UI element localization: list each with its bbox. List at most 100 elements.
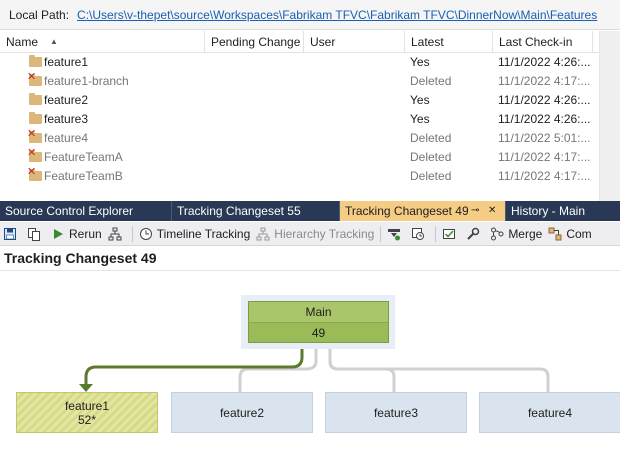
save-button[interactable] xyxy=(0,223,24,245)
settings-button[interactable] xyxy=(463,223,487,245)
arrowhead-icon xyxy=(79,384,93,392)
row-name: feature1 xyxy=(44,55,89,69)
row-pending xyxy=(205,167,304,186)
table-row[interactable]: feature3 Yes 11/1/2022 4:26:... xyxy=(0,110,620,129)
column-header-latest[interactable]: Latest xyxy=(405,31,493,53)
column-header-user-label: User xyxy=(310,35,336,49)
filter-button[interactable] xyxy=(384,223,408,245)
rerun-label: Rerun xyxy=(69,226,102,241)
main-branch-node[interactable]: Main 49 xyxy=(248,301,389,343)
branch-node-feature1[interactable]: feature1 52* xyxy=(16,392,158,433)
hierarchy-tracking-label: Hierarchy Tracking xyxy=(274,226,375,241)
pin-icon[interactable]: ⊸ xyxy=(471,201,479,221)
work-items-button[interactable] xyxy=(439,223,463,245)
row-latest: Deleted xyxy=(410,74,452,88)
table-row[interactable]: ✕ FeatureTeamB Deleted 11/1/2022 4:17:... xyxy=(0,167,620,186)
row-pending xyxy=(205,129,304,148)
deleted-icon: ✕ xyxy=(27,72,37,83)
branch-node-changeset: 52* xyxy=(77,412,97,427)
merge-button[interactable]: Merge xyxy=(487,223,545,245)
copy-icon xyxy=(28,227,40,241)
tab-tracking-changeset-49[interactable]: Tracking Changeset 49 ⊸ ✕ xyxy=(340,201,506,221)
merge-label: Merge xyxy=(508,226,543,241)
row-name: feature1-branch xyxy=(44,74,129,88)
changeset-details-button[interactable] xyxy=(408,223,432,245)
table-row[interactable]: feature1 Yes 11/1/2022 4:26:... xyxy=(0,53,620,72)
vertical-scrollbar[interactable] xyxy=(599,31,620,201)
hierarchy-view-button[interactable] xyxy=(105,223,129,245)
page-title: Tracking Changeset 49 xyxy=(4,250,157,266)
row-user xyxy=(304,167,405,186)
column-header-user[interactable]: User xyxy=(304,31,405,53)
source-control-explorer-list: Name ▲ Pending Change User Latest Last C… xyxy=(0,31,620,201)
row-name: feature3 xyxy=(44,112,89,126)
tab-label: Tracking Changeset 49 xyxy=(345,204,469,218)
column-header-last-check-in[interactable]: Last Check-in xyxy=(493,31,593,53)
local-path-link[interactable]: C:\Users\v-thepet\source\Workspaces\Fabr… xyxy=(77,8,597,22)
row-name: FeatureTeamA xyxy=(44,150,123,164)
row-user xyxy=(304,53,405,72)
column-header-name-label: Name xyxy=(6,35,39,49)
column-header-name[interactable]: Name ▲ xyxy=(0,31,205,53)
timeline-tracking-label: Timeline Tracking xyxy=(156,226,251,241)
row-user xyxy=(304,148,405,167)
row-last-check-in: 11/1/2022 4:17:... xyxy=(498,150,591,164)
column-header-latest-label: Latest xyxy=(411,35,444,49)
tab-label: Tracking Changeset 55 xyxy=(177,204,301,218)
table-row[interactable]: ✕ FeatureTeamA Deleted 11/1/2022 4:17:... xyxy=(0,148,620,167)
tab-tracking-changeset-55[interactable]: Tracking Changeset 55 xyxy=(172,201,340,221)
folder-icon xyxy=(29,93,42,105)
row-latest: Deleted xyxy=(410,150,452,164)
compare-button[interactable]: Com xyxy=(545,223,594,245)
copy-button[interactable] xyxy=(24,223,48,245)
column-header-pending-change-label: Pending Change xyxy=(211,35,301,49)
row-last-check-in: 11/1/2022 4:26:... xyxy=(498,55,591,69)
row-last-check-in: 11/1/2022 4:26:... xyxy=(498,93,591,107)
wrench-icon xyxy=(467,227,480,240)
deleted-icon: ✕ xyxy=(27,148,37,159)
tab-history-main[interactable]: History - Main xyxy=(506,201,620,221)
table-row[interactable]: feature2 Yes 11/1/2022 4:26:... xyxy=(0,91,620,110)
folder-icon xyxy=(29,112,42,124)
table-row[interactable]: ✕ feature4 Deleted 11/1/2022 5:01:... xyxy=(0,129,620,148)
row-pending xyxy=(205,148,304,167)
branch-node-name: feature3 xyxy=(373,405,419,420)
list-header: Name ▲ Pending Change User Latest Last C… xyxy=(0,31,620,53)
compare-icon xyxy=(548,227,562,240)
play-icon xyxy=(54,228,63,239)
row-latest: Yes xyxy=(410,93,430,107)
row-pending xyxy=(205,72,304,91)
hierarchy-tracking-button[interactable]: Hierarchy Tracking xyxy=(253,223,377,245)
toolbar-separator xyxy=(380,225,382,242)
main-branch-name: Main xyxy=(249,302,388,323)
rerun-button[interactable]: Rerun xyxy=(48,223,105,245)
row-pending xyxy=(205,53,304,72)
document-tab-strip: Source Control Explorer Tracking Changes… xyxy=(0,201,620,221)
close-icon[interactable]: ✕ xyxy=(488,201,496,221)
table-row[interactable]: ✕ feature1-branch Deleted 11/1/2022 4:17:… xyxy=(0,72,620,91)
sort-ascending-icon: ▲ xyxy=(50,37,58,46)
branch-node-feature3[interactable]: feature3 xyxy=(325,392,467,433)
branch-node-feature4[interactable]: feature4 xyxy=(479,392,620,433)
clock-icon xyxy=(139,227,152,240)
merge-icon xyxy=(491,227,504,240)
branch-node-feature2[interactable]: feature2 xyxy=(171,392,313,433)
tab-label: History - Main xyxy=(511,204,586,218)
row-last-check-in: 11/1/2022 4:17:... xyxy=(498,169,591,183)
row-user xyxy=(304,72,405,91)
timeline-tracking-button[interactable]: Timeline Tracking xyxy=(136,223,254,245)
local-path-bar: Local Path: C:\Users\v-thepet\source\Wor… xyxy=(0,0,620,30)
connector-feature4 xyxy=(328,343,550,392)
tracking-toolbar: Rerun Timeline Tracking Hierarchy Tracki… xyxy=(0,222,620,246)
tab-source-control-explorer[interactable]: Source Control Explorer xyxy=(0,201,172,221)
connector-feature1 xyxy=(84,343,304,385)
filter-icon xyxy=(388,228,401,240)
deleted-icon: ✕ xyxy=(27,167,37,178)
toolbar-separator xyxy=(131,225,133,242)
column-header-pending-change[interactable]: Pending Change xyxy=(205,31,304,53)
row-last-check-in: 11/1/2022 5:01:... xyxy=(498,131,591,145)
hierarchy-icon xyxy=(108,227,122,240)
row-last-check-in: 11/1/2022 4:17:... xyxy=(498,74,591,88)
row-latest: Deleted xyxy=(410,169,452,183)
row-latest: Yes xyxy=(410,112,430,126)
